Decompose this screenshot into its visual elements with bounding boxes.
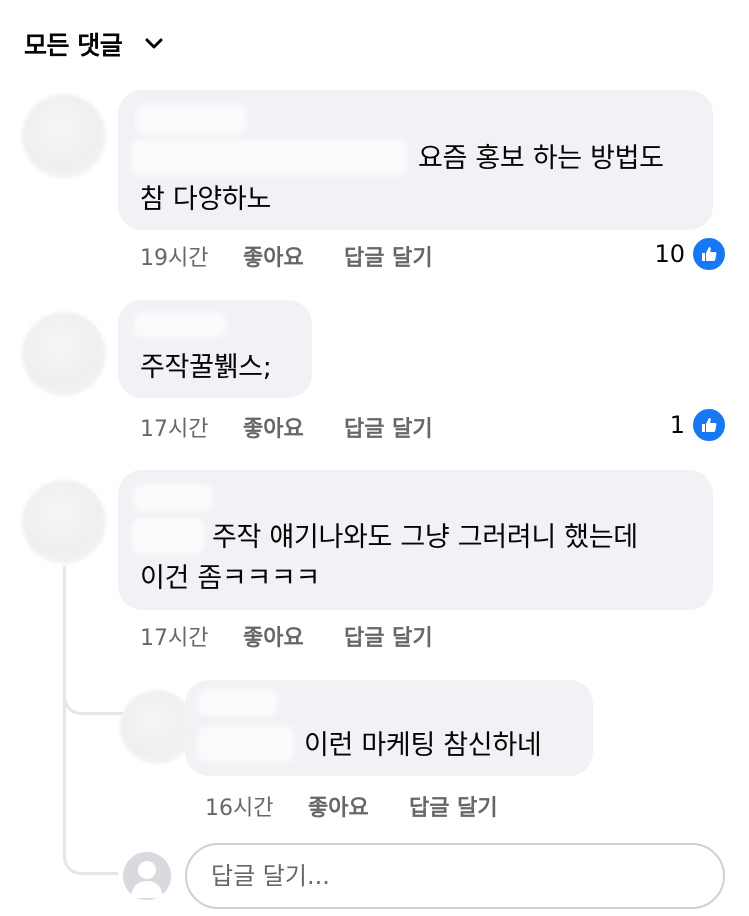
reply-meta: 16시간 좋아요 답글 달기 (205, 790, 498, 822)
reply-button[interactable]: 답글 달기 (409, 790, 498, 822)
thread-connector-line (63, 566, 118, 875)
commenter-name-redacted[interactable] (134, 312, 226, 338)
my-avatar-icon (123, 852, 171, 900)
comment-time[interactable]: 17시간 (140, 620, 243, 652)
like-button[interactable]: 좋아요 (243, 240, 344, 272)
comment-text-line: 주작 얘기나와도 그냥 그러려니 했는데 (212, 522, 638, 553)
reaction-count: 10 (654, 240, 685, 268)
reply-text-line: 이런 마케팅 참신하네 (304, 730, 542, 761)
reaction-count: 1 (669, 411, 685, 439)
comments-filter-label: 모든 댓글 (24, 31, 123, 60)
comment-text-line: 주작꿀뷁스; (140, 352, 272, 383)
comment-text-redacted (132, 518, 204, 554)
commenter-avatar[interactable] (22, 94, 106, 178)
comment-time[interactable]: 19시간 (140, 240, 243, 272)
like-button[interactable]: 좋아요 (308, 790, 409, 822)
chevron-down-icon (144, 37, 164, 51)
reply-input[interactable] (209, 861, 723, 891)
commenter-name-redacted[interactable] (136, 104, 246, 134)
comment-meta: 17시간 좋아요 답글 달기 (140, 411, 433, 443)
replier-name-redacted[interactable] (198, 690, 278, 716)
reply-time[interactable]: 16시간 (205, 790, 308, 822)
reply-button[interactable]: 답글 달기 (344, 620, 433, 652)
like-button[interactable]: 좋아요 (243, 411, 344, 443)
like-button[interactable]: 좋아요 (243, 620, 344, 652)
replier-avatar[interactable] (120, 690, 194, 764)
comment-meta: 19시간 좋아요 답글 달기 (140, 240, 433, 272)
comment-time[interactable]: 17시간 (140, 411, 243, 443)
like-thumb-icon (691, 236, 727, 272)
reply-button[interactable]: 답글 달기 (344, 411, 433, 443)
reply-button[interactable]: 답글 달기 (344, 240, 433, 272)
commenter-name-redacted[interactable] (134, 484, 212, 512)
comment-meta: 17시간 좋아요 답글 달기 (140, 620, 433, 652)
all-comments-filter[interactable]: 모든 댓글 (24, 22, 164, 66)
comment-text-line: 이건 좀ㅋㅋㅋㅋ (140, 563, 321, 594)
reply-text-redacted (198, 726, 294, 762)
reaction-summary[interactable]: 10 (654, 236, 727, 272)
commenter-avatar[interactable] (22, 312, 106, 396)
like-thumb-icon (691, 407, 727, 443)
comment-text-line: 참 다양하노 (140, 184, 271, 215)
thread-connector-branch (63, 650, 124, 715)
reaction-summary[interactable]: 1 (670, 407, 727, 443)
commenter-avatar[interactable] (22, 480, 106, 564)
comment-text-line: 요즘 홍보 하는 방법도 (418, 143, 664, 174)
comment-text-redacted (132, 140, 407, 176)
reply-input-box[interactable] (185, 843, 725, 909)
